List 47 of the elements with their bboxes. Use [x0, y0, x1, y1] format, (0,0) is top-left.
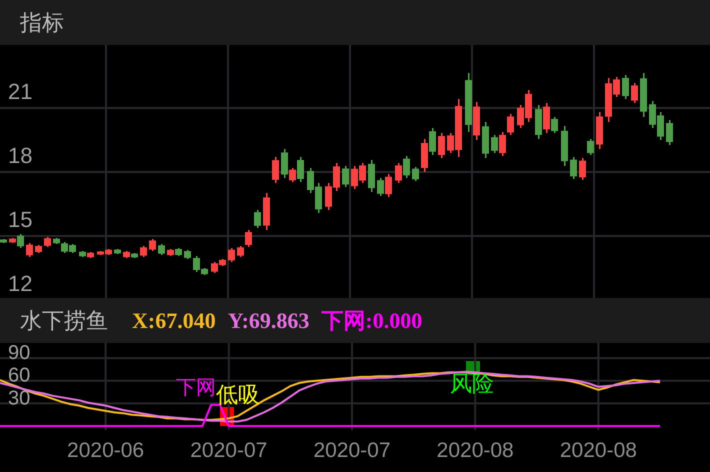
candle [263, 193, 270, 230]
y-axis-label: 60 [8, 364, 30, 387]
indicator-reading: X:67.040 [132, 308, 216, 334]
candle [438, 133, 445, 158]
candle [114, 249, 121, 254]
candle [631, 83, 638, 103]
y-axis-label: 15 [8, 207, 32, 232]
candle [342, 166, 349, 187]
x-axis-label: 2020-08 [560, 439, 637, 462]
candle [640, 73, 647, 117]
candle [561, 126, 568, 166]
candle [482, 122, 489, 158]
candle [579, 158, 586, 180]
indicator-name: 水下捞鱼 [20, 306, 108, 334]
x-axis-label: 2020-08 [436, 439, 514, 462]
y-axis-label: 12 [8, 271, 32, 296]
y-axis-label: 21 [8, 79, 32, 104]
y-axis-label: 90 [8, 343, 30, 364]
candle [184, 250, 191, 259]
x-axis-label: 2020-07 [190, 439, 268, 462]
candle [368, 160, 375, 192]
candle [158, 244, 165, 255]
candle [587, 139, 594, 155]
indicator-reading: Y:69.863 [228, 308, 310, 334]
panel-title: 指标 [20, 8, 64, 36]
x-axis-label: 2020-07 [313, 439, 391, 462]
y-axis-label: 18 [8, 143, 32, 168]
candle [666, 120, 673, 145]
candle [254, 210, 261, 228]
candle [570, 157, 577, 179]
candle [228, 248, 235, 262]
signal-label: 下网 [176, 377, 216, 399]
candle [149, 239, 156, 251]
signal-label: 低吸 [216, 382, 260, 407]
candle [596, 112, 603, 149]
signal-label: 风险 [450, 371, 494, 396]
candle [140, 246, 147, 257]
candle [272, 157, 279, 183]
candle [35, 245, 42, 253]
indicator-reading: 下网:0.000 [321, 306, 422, 334]
candle [44, 237, 51, 247]
candle [412, 167, 419, 181]
candle [26, 243, 33, 257]
x-axis-label: 2020-06 [67, 439, 144, 462]
candle [0, 239, 7, 243]
candle [622, 75, 629, 99]
y-axis-label: 30 [8, 387, 30, 410]
